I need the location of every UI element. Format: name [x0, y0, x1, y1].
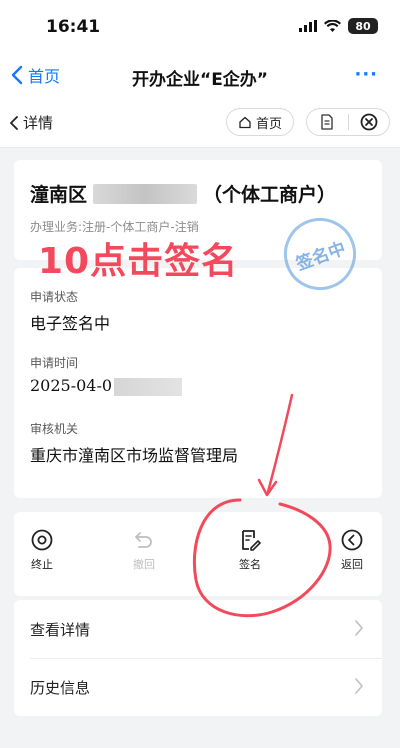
status-label: 申请状态	[30, 290, 79, 304]
sign-label: 签名	[239, 558, 261, 571]
history-row[interactable]: 历史信息	[14, 658, 382, 716]
time-label: 申请时间	[30, 356, 79, 370]
annotation-instruction: 10点击签名	[38, 241, 239, 282]
status-bar: 16:41 80	[0, 0, 400, 54]
chevron-right-icon	[355, 678, 363, 694]
chevron-left-icon	[10, 115, 18, 130]
return-label: 返回	[341, 558, 363, 571]
close-circle-icon	[360, 113, 378, 131]
detail-header: 详情 首页	[0, 98, 400, 148]
sign-document-icon	[238, 528, 262, 552]
home-icon	[239, 116, 251, 129]
terminate-button[interactable]: 终止	[12, 528, 72, 578]
stop-circle-icon	[30, 528, 54, 552]
redacted-name	[93, 183, 198, 204]
status-icons: 80	[299, 18, 378, 34]
withdraw-button[interactable]: 撤回	[114, 528, 174, 578]
stamp-text: 签名中	[293, 238, 349, 275]
authority-value: 重庆市潼南区市场监督管理局	[30, 446, 239, 465]
action-bar: 终止 撤回 签名 返回	[14, 512, 382, 596]
time-value: 2025-04-0	[30, 376, 183, 396]
close-button[interactable]	[348, 109, 389, 135]
return-button[interactable]: 返回	[322, 528, 382, 578]
mini-program-capsule	[306, 108, 390, 136]
authority-label: 审核机关	[30, 422, 79, 436]
status-value: 电子签名中	[30, 314, 111, 333]
battery-indicator: 80	[348, 18, 378, 34]
sign-button[interactable]: 签名	[220, 528, 280, 578]
page-title: 开办企业“E企办”	[132, 70, 268, 90]
home-button-label: 首页	[255, 116, 282, 132]
menu-list: 查看详情 历史信息	[14, 600, 382, 716]
more-menu-button[interactable]: ···	[354, 64, 378, 85]
time-value-text: 2025-04-0	[30, 376, 113, 395]
status-time: 16:41	[46, 17, 101, 37]
view-details-row[interactable]: 查看详情	[14, 600, 382, 658]
company-name-prefix: 潼南区	[30, 184, 88, 206]
company-name-suffix: （个体工商户）	[203, 184, 337, 206]
history-label: 历史信息	[30, 678, 91, 697]
company-name: 潼南区 （个体工商户）	[30, 180, 336, 207]
home-button[interactable]: 首页	[226, 108, 294, 136]
redacted-date	[114, 377, 183, 396]
detail-back-label: 详情	[23, 114, 54, 132]
back-circle-icon	[340, 528, 364, 552]
cellular-signal-icon	[299, 20, 317, 32]
document-menu-button[interactable]	[307, 109, 348, 135]
detail-back-button[interactable]: 详情	[8, 112, 53, 133]
application-info-card: 申请状态 电子签名中 申请时间 2025-04-0 审核机关 重庆市潼南区市场监…	[14, 268, 382, 498]
withdraw-label: 撤回	[133, 558, 155, 571]
view-details-label: 查看详情	[30, 620, 91, 639]
undo-icon	[132, 528, 156, 552]
document-icon	[321, 114, 333, 130]
wifi-icon	[324, 20, 341, 32]
navigation-bar: 首页 开办企业“E企办” ···	[0, 54, 400, 98]
chevron-right-icon	[355, 620, 363, 636]
terminate-label: 终止	[31, 558, 53, 571]
